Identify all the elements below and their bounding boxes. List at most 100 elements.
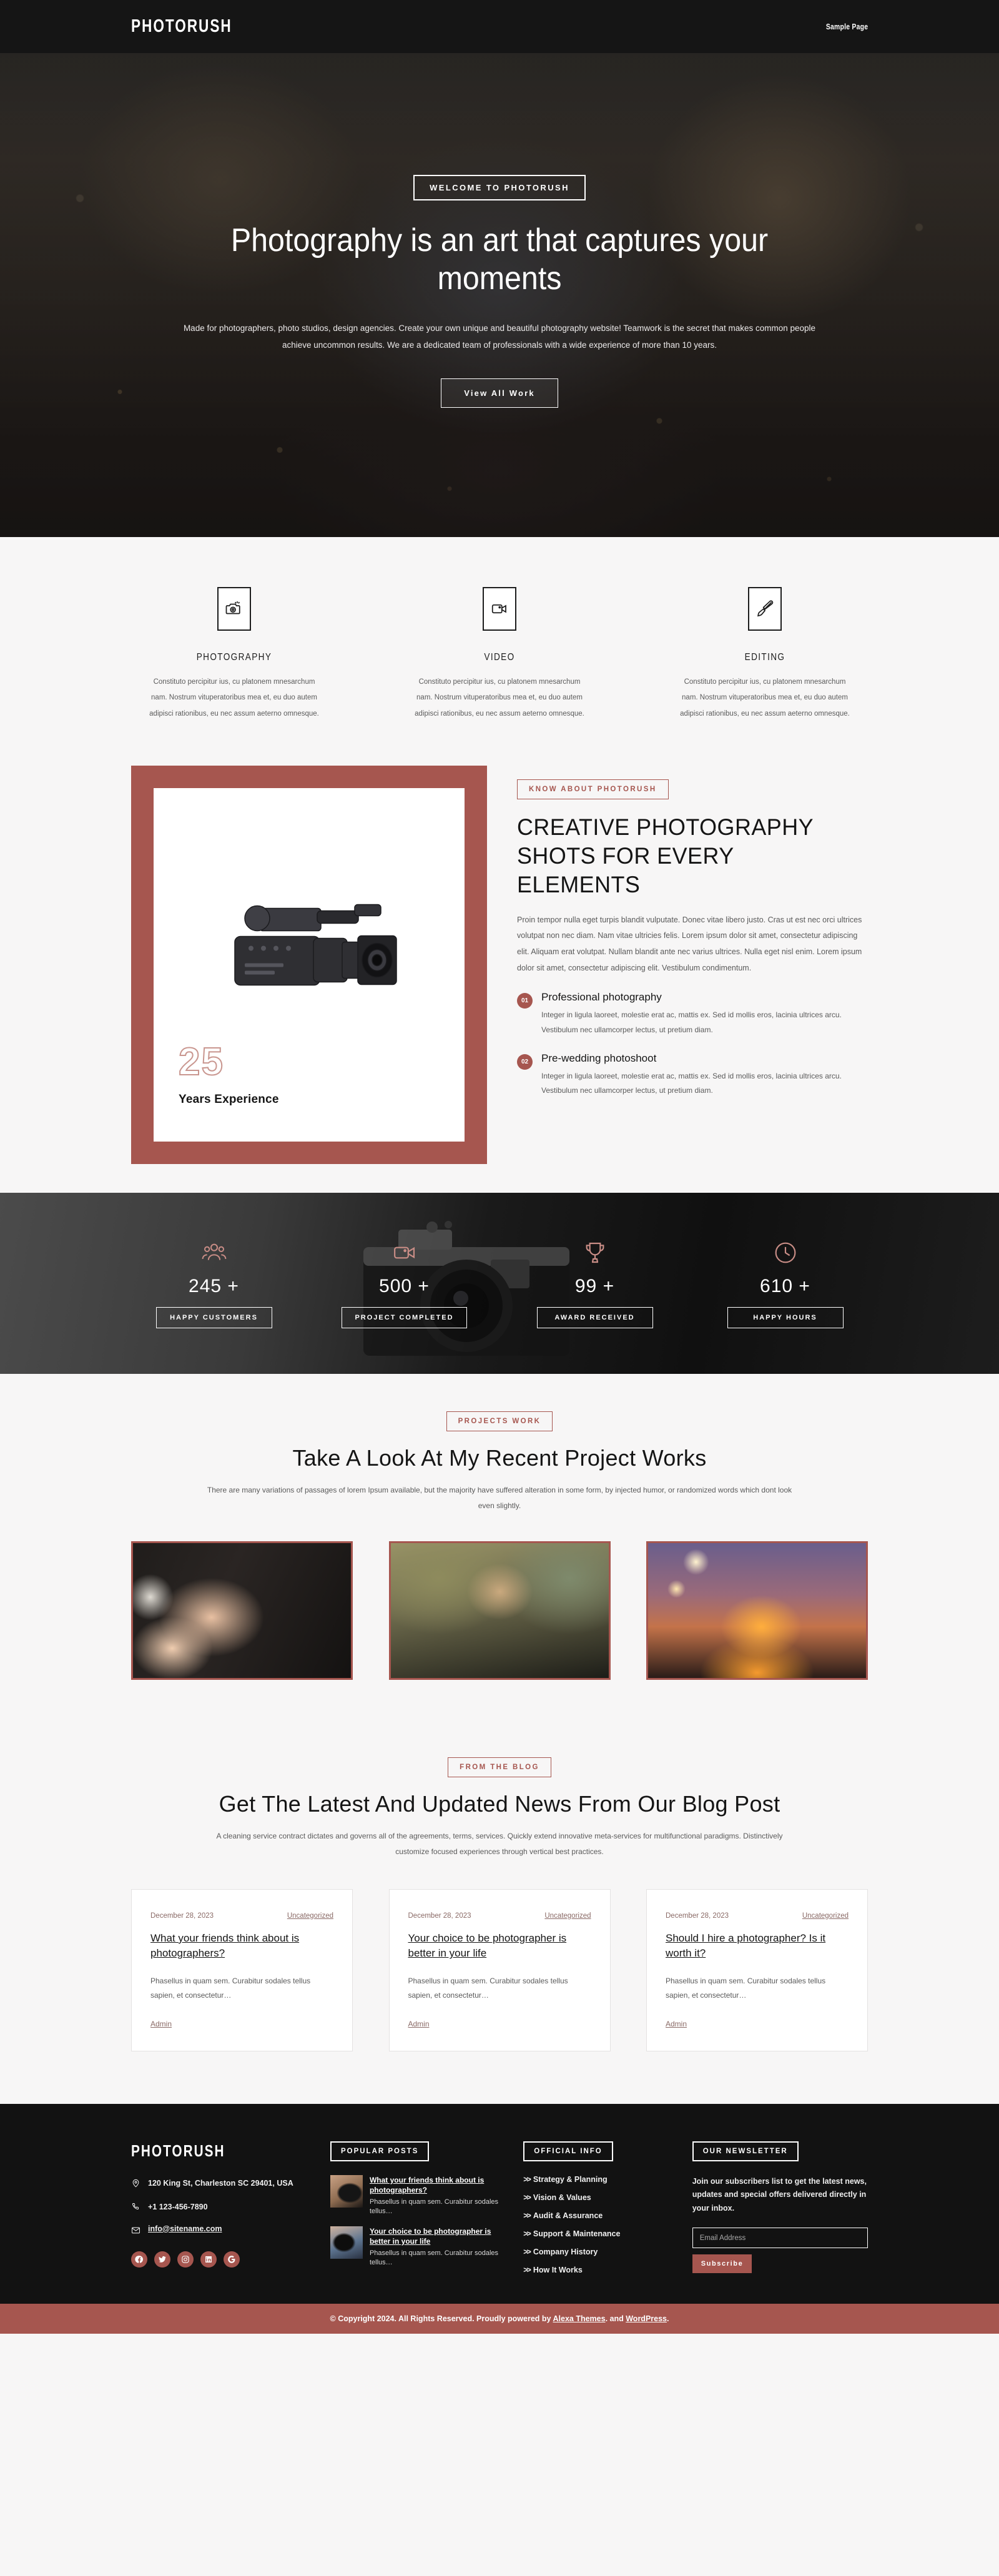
feature-title: Pre-wedding photoshoot — [541, 1052, 657, 1064]
project-item-2[interactable] — [388, 1541, 611, 1680]
stat-label: HAPPY CUSTOMERS — [155, 1306, 272, 1328]
footer-newsletter-heading: OUR NEWSLETTER — [692, 2141, 799, 2161]
footer-link-label: How It Works — [533, 2265, 583, 2274]
footer-contact-column: PHOTORUSH 120 King St, Charleston SC 294… — [131, 2141, 313, 2277]
footer-link-support-maintenance[interactable]: >> Support & Maintenance — [523, 2229, 674, 2238]
stat-label: HAPPY HOURS — [727, 1306, 844, 1328]
post-title-link[interactable]: What your friends think about is photogr… — [150, 1931, 333, 1962]
camcorder-illustration — [234, 904, 397, 986]
blog-heading: Get The Latest And Updated News From Our… — [219, 1791, 780, 1817]
popular-post-thumbnail — [330, 2226, 363, 2259]
post-category-link[interactable]: Uncategorized — [287, 1912, 333, 1920]
users-icon — [131, 1238, 297, 1267]
post-date: December 28, 2023 — [666, 1912, 729, 1920]
site-header: PHOTORUSH Sample Page — [0, 0, 999, 53]
post-author-link[interactable]: Admin — [666, 2020, 687, 2028]
copyright-bar: © Copyright 2024. All Rights Reserved. P… — [0, 2303, 999, 2334]
popular-post-excerpt: Phasellus in quam sem. Curabitur sodales… — [369, 2249, 499, 2266]
site-logo[interactable]: PHOTORUSH — [131, 16, 232, 37]
photographer-with-camera-photo — [390, 1543, 609, 1679]
stat-value: 245 + — [189, 1275, 239, 1296]
post-author-link[interactable]: Admin — [150, 2020, 172, 2028]
about-feature-item: 01 Professional photography Integer in l… — [517, 991, 868, 1037]
projects-eyebrow: PROJECTS WORK — [446, 1411, 553, 1431]
blog-post-card[interactable]: December 28, 2023 Uncategorized What you… — [131, 1888, 353, 2051]
stat-happy-hours: 610 + HAPPY HOURS — [702, 1238, 868, 1328]
project-item-1[interactable] — [131, 1541, 353, 1680]
linkedin-icon[interactable] — [200, 2251, 217, 2268]
services-section: PHOTOGRAPHY Constituto percipitur ius, c… — [0, 537, 999, 747]
footer-link-label: Vision & Values — [533, 2193, 591, 2202]
footer-email-link[interactable]: info@sitename.com — [148, 2224, 222, 2233]
experience-label: Years Experience — [179, 1092, 279, 1106]
post-category-link[interactable]: Uncategorized — [802, 1912, 849, 1920]
experience-number: 25 — [178, 1040, 224, 1083]
copyright-suffix: . — [667, 2314, 669, 2323]
newsletter-description: Join our subscribers list to get the lat… — [692, 2176, 867, 2213]
footer-link-strategy-planning[interactable]: >> Strategy & Planning — [523, 2175, 674, 2184]
popular-post-item[interactable]: Your choice to be photographer is better… — [330, 2226, 506, 2268]
facebook-icon[interactable] — [131, 2251, 147, 2268]
nav-item-sample-page[interactable]: Sample Page — [826, 22, 868, 31]
stat-label: PROJECT COMPLETED — [342, 1306, 467, 1328]
alexa-themes-link[interactable]: Alexa Themes — [553, 2314, 606, 2323]
footer-popular-posts-column: POPULAR POSTS What your friends think ab… — [330, 2141, 506, 2277]
footer-link-audit-assurance[interactable]: >> Audit & Assurance — [523, 2211, 674, 2220]
hero-title: Photography is an art that captures your… — [230, 222, 769, 297]
chevron-right-icon: >> — [523, 2193, 531, 2202]
popular-post-title[interactable]: Your choice to be photographer is better… — [370, 2226, 506, 2246]
footer-link-how-it-works[interactable]: >> How It Works — [523, 2266, 674, 2274]
video-camera-icon — [483, 587, 516, 631]
stat-happy-customers: 245 + HAPPY CUSTOMERS — [131, 1238, 297, 1328]
stats-section: 245 + HAPPY CUSTOMERS 500 + PROJECT COMP… — [0, 1192, 999, 1374]
stat-award-received: 99 + AWARD RECEIVED — [512, 1238, 677, 1328]
copyright-text: © Copyright 2024. All Rights Reserved. P… — [330, 2314, 669, 2323]
wedding-rings-hands-photo — [133, 1543, 351, 1679]
woman-with-city-lights-photo — [648, 1543, 866, 1679]
footer-link-label: Strategy & Planning — [533, 2174, 608, 2184]
wordpress-link[interactable]: WordPress — [626, 2314, 667, 2323]
post-author-link[interactable]: Admin — [408, 2020, 430, 2028]
blog-post-card[interactable]: December 28, 2023 Uncategorized Should I… — [646, 1888, 868, 2051]
about-paragraph: Proin tempor nulla eget turpis blandit v… — [517, 915, 862, 972]
service-card-editing[interactable]: EDITING Constituto percipitur ius, cu pl… — [662, 587, 868, 722]
chevron-right-icon: >> — [523, 2229, 531, 2238]
footer-official-info-heading: OFFICIAL INFO — [523, 2141, 613, 2161]
phone-icon — [132, 2203, 139, 2209]
newsletter-email-input[interactable] — [692, 2228, 869, 2249]
service-text: Constituto percipitur ius, cu platonem m… — [415, 678, 584, 718]
service-card-photography[interactable]: PHOTOGRAPHY Constituto percipitur ius, c… — [131, 587, 337, 722]
projects-heading: Take A Look At My Recent Project Works — [292, 1444, 707, 1471]
site-footer: PHOTORUSH 120 King St, Charleston SC 294… — [0, 2103, 999, 2304]
service-text: Constituto percipitur ius, cu platonem m… — [149, 678, 319, 718]
popular-post-title[interactable]: What your friends think about is photogr… — [370, 2175, 506, 2195]
view-all-work-button[interactable]: View All Work — [441, 378, 558, 408]
stat-value: 500 + — [379, 1275, 430, 1296]
popular-post-excerpt: Phasellus in quam sem. Curabitur sodales… — [369, 2198, 499, 2215]
popular-post-item[interactable]: What your friends think about is photogr… — [330, 2174, 506, 2216]
google-icon[interactable] — [224, 2251, 240, 2268]
project-item-3[interactable] — [646, 1541, 868, 1680]
chevron-right-icon: >> — [523, 2174, 531, 2184]
footer-newsletter-column: OUR NEWSLETTER Join our subscribers list… — [692, 2141, 869, 2277]
blog-post-card[interactable]: December 28, 2023 Uncategorized Your cho… — [388, 1888, 611, 2051]
chevron-right-icon: >> — [523, 2265, 531, 2274]
blog-eyebrow: FROM THE BLOG — [448, 1757, 551, 1778]
footer-link-label: Support & Maintenance — [533, 2229, 621, 2238]
footer-popular-posts-heading: POPULAR POSTS — [330, 2141, 430, 2161]
service-title: PHOTOGRAPHY — [196, 652, 272, 663]
feature-number-badge: 01 — [517, 993, 533, 1009]
projects-section: PROJECTS WORK Take A Look At My Recent P… — [0, 1373, 999, 1725]
subscribe-button[interactable]: Subscribe — [692, 2254, 752, 2274]
trophy-icon — [512, 1238, 677, 1267]
footer-link-vision-values[interactable]: >> Vision & Values — [523, 2193, 674, 2202]
paint-brush-icon — [748, 587, 782, 631]
twitter-icon[interactable] — [154, 2251, 170, 2268]
projects-paragraph: There are many variations of passages of… — [207, 1485, 792, 1511]
service-card-video[interactable]: VIDEO Constituto percipitur ius, cu plat… — [396, 587, 603, 722]
post-title-link[interactable]: Your choice to be photographer is better… — [408, 1931, 591, 1962]
footer-link-company-history[interactable]: >> Company History — [523, 2248, 674, 2256]
instagram-icon[interactable] — [177, 2251, 194, 2268]
post-category-link[interactable]: Uncategorized — [544, 1912, 591, 1920]
post-title-link[interactable]: Should I hire a photographer? Is it wort… — [666, 1931, 849, 1962]
